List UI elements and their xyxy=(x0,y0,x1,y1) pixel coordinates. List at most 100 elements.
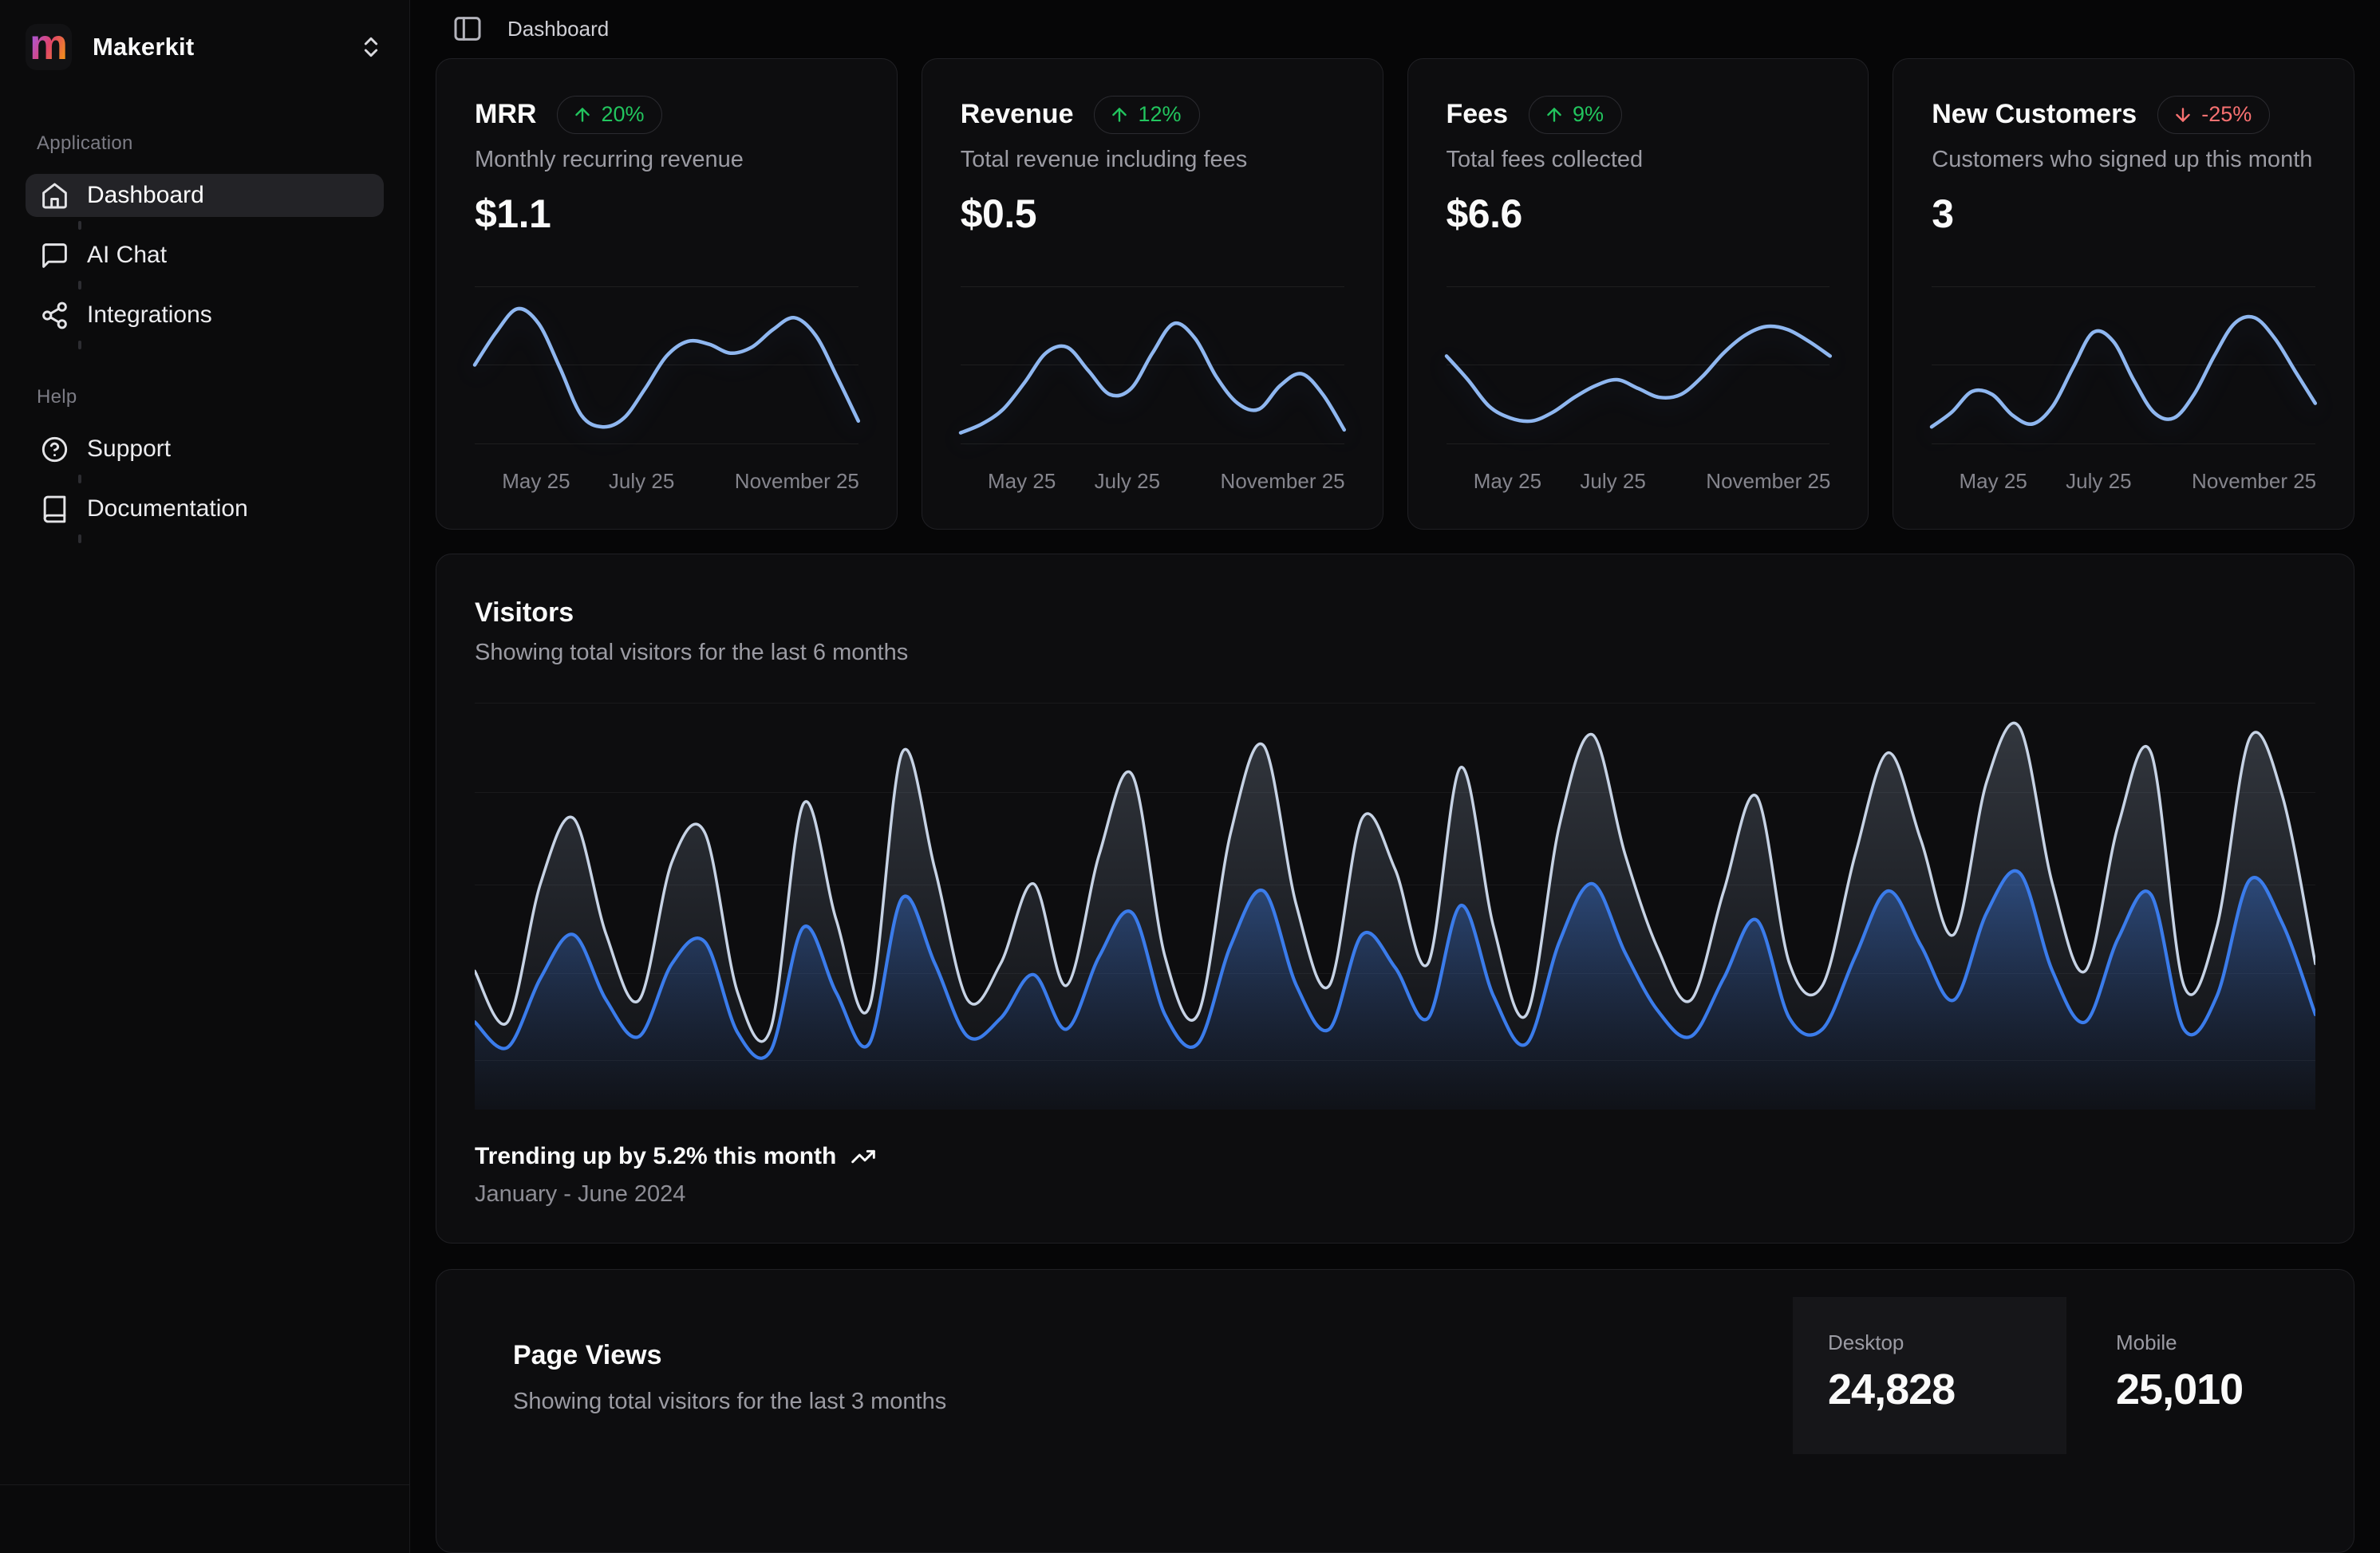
trend-badge: 20% xyxy=(557,96,662,134)
makerkit-logo: m xyxy=(26,24,72,70)
sidebar-item-label: Documentation xyxy=(87,495,248,522)
brand-header: m Makerkit xyxy=(26,21,384,73)
stat-value: $6.6 xyxy=(1447,191,1830,237)
sidebar-item-ai-chat[interactable]: AI Chat xyxy=(26,234,384,277)
sparkline-x-axis: May 25 July 25 November 25 xyxy=(961,469,1344,495)
chevrons-up-down-icon[interactable] xyxy=(358,34,384,60)
sparkline-x-axis: May 25 July 25 November 25 xyxy=(1447,469,1830,495)
mobile-stat-toggle[interactable]: Mobile 25,010 xyxy=(2066,1297,2306,1454)
sparkline-x-axis: May 25 July 25 November 25 xyxy=(1932,469,2315,495)
mobile-value: 25,010 xyxy=(2116,1365,2306,1414)
visitors-chart-svg xyxy=(475,703,2315,1110)
stat-card-fees: Fees 9% Total fees collected $6.6 May 25… xyxy=(1407,58,1869,530)
stat-title: Revenue xyxy=(961,99,1074,130)
stat-subtitle: Total fees collected xyxy=(1447,147,1830,173)
stat-subtitle: Total revenue including fees xyxy=(961,147,1344,173)
help-nav: Support Documentation xyxy=(26,428,384,543)
page-views-card: Page Views Showing total visitors for th… xyxy=(436,1269,2354,1553)
badge-value: 12% xyxy=(1138,102,1181,127)
stat-title: New Customers xyxy=(1932,99,2137,130)
trend-badge: -25% xyxy=(2157,96,2270,134)
sidebar-item-label: Support xyxy=(87,436,171,463)
nav-rail-dash xyxy=(78,475,81,483)
page-views-stats: Desktop 24,828 Mobile 25,010 xyxy=(1793,1297,2306,1454)
visitors-subtitle: Showing total visitors for the last 6 mo… xyxy=(475,640,2315,666)
x-tick: May 25 xyxy=(1960,469,2027,494)
workspace-name: Makerkit xyxy=(93,33,194,61)
book-icon xyxy=(40,495,69,524)
stat-title: MRR xyxy=(475,99,536,130)
home-icon xyxy=(40,181,69,211)
new-customers-sparkline xyxy=(1932,286,2315,443)
x-tick: November 25 xyxy=(735,469,859,494)
stat-subtitle: Monthly recurring revenue xyxy=(475,147,858,173)
x-tick: November 25 xyxy=(1706,469,1830,494)
visitors-title: Visitors xyxy=(475,597,2315,629)
visitors-footer: Trending up by 5.2% this month January -… xyxy=(475,1143,2315,1208)
topbar: Dashboard xyxy=(410,0,2380,58)
stats-row: MRR 20% Monthly recurring revenue $1.1 M… xyxy=(410,58,2380,530)
x-tick: May 25 xyxy=(502,469,570,494)
sparkline-chart xyxy=(1932,286,2315,443)
arrow-up-icon xyxy=(572,104,593,125)
stat-subtitle: Customers who signed up this month xyxy=(1932,147,2315,173)
sparkline-x-axis: May 25 July 25 November 25 xyxy=(475,469,858,495)
date-range: January - June 2024 xyxy=(475,1181,2315,1208)
nav-rail-dash xyxy=(78,221,81,230)
arrow-down-icon xyxy=(2173,104,2193,125)
trend-badge: 12% xyxy=(1094,96,1199,134)
stat-value: $1.1 xyxy=(475,191,858,237)
sparkline-chart xyxy=(475,286,858,443)
nav-rail-dash xyxy=(78,341,81,349)
sidebar-item-label: Integrations xyxy=(87,302,212,329)
fees-sparkline xyxy=(1447,286,1830,443)
desktop-value: 24,828 xyxy=(1828,1365,2066,1414)
stat-card-revenue: Revenue 12% Total revenue including fees… xyxy=(922,58,1383,530)
mrr-sparkline xyxy=(475,286,858,443)
x-tick: July 25 xyxy=(1580,469,1645,494)
x-tick: July 25 xyxy=(2066,469,2131,494)
arrow-up-icon xyxy=(1109,104,1130,125)
sidebar-item-integrations[interactable]: Integrations xyxy=(26,294,384,337)
sidebar-item-dashboard[interactable]: Dashboard xyxy=(26,174,384,217)
breadcrumb[interactable]: Dashboard xyxy=(507,17,609,41)
sparkline-chart xyxy=(961,286,1344,443)
nav-section-application: Application xyxy=(37,132,384,155)
trend-note: Trending up by 5.2% this month xyxy=(475,1143,836,1170)
arrow-up-icon xyxy=(1544,104,1565,125)
desktop-stat-toggle[interactable]: Desktop 24,828 xyxy=(1793,1297,2066,1454)
nav-section-help: Help xyxy=(37,386,384,408)
badge-value: -25% xyxy=(2201,102,2252,127)
x-tick: November 25 xyxy=(2192,469,2316,494)
revenue-sparkline xyxy=(961,286,1344,443)
main-content: Dashboard MRR 20% Monthly recurring reve… xyxy=(410,0,2380,1553)
sidebar-item-label: Dashboard xyxy=(87,182,204,209)
sidebar-item-documentation[interactable]: Documentation xyxy=(26,487,384,530)
nav-rail-dash xyxy=(78,534,81,543)
mobile-label: Mobile xyxy=(2116,1330,2306,1355)
visitors-card: Visitors Showing total visitors for the … xyxy=(436,554,2354,1244)
share-icon xyxy=(40,301,69,330)
sidebar-toggle-icon[interactable] xyxy=(452,13,483,45)
sidebar-item-label: AI Chat xyxy=(87,242,167,269)
desktop-label: Desktop xyxy=(1828,1330,2066,1355)
x-tick: May 25 xyxy=(988,469,1056,494)
stat-card-new-customers: New Customers -25% Customers who signed … xyxy=(1893,58,2354,530)
visitors-area-chart xyxy=(475,703,2315,1110)
stat-card-mrr: MRR 20% Monthly recurring revenue $1.1 M… xyxy=(436,58,898,530)
sidebar-footer xyxy=(0,1484,409,1553)
chat-icon xyxy=(40,241,69,270)
x-tick: July 25 xyxy=(609,469,674,494)
x-tick: November 25 xyxy=(1221,469,1345,494)
stat-value: $0.5 xyxy=(961,191,1344,237)
nav-rail-dash xyxy=(78,281,81,290)
badge-value: 20% xyxy=(601,102,644,127)
application-nav: Dashboard AI Chat Integrations xyxy=(26,174,384,349)
sidebar-item-support[interactable]: Support xyxy=(26,428,384,471)
x-tick: July 25 xyxy=(1095,469,1160,494)
sidebar: m Makerkit Application Dashboard AI Chat… xyxy=(0,0,410,1553)
badge-value: 9% xyxy=(1573,102,1604,127)
trend-badge: 9% xyxy=(1529,96,1622,134)
stat-title: Fees xyxy=(1447,99,1509,130)
sparkline-chart xyxy=(1447,286,1830,443)
